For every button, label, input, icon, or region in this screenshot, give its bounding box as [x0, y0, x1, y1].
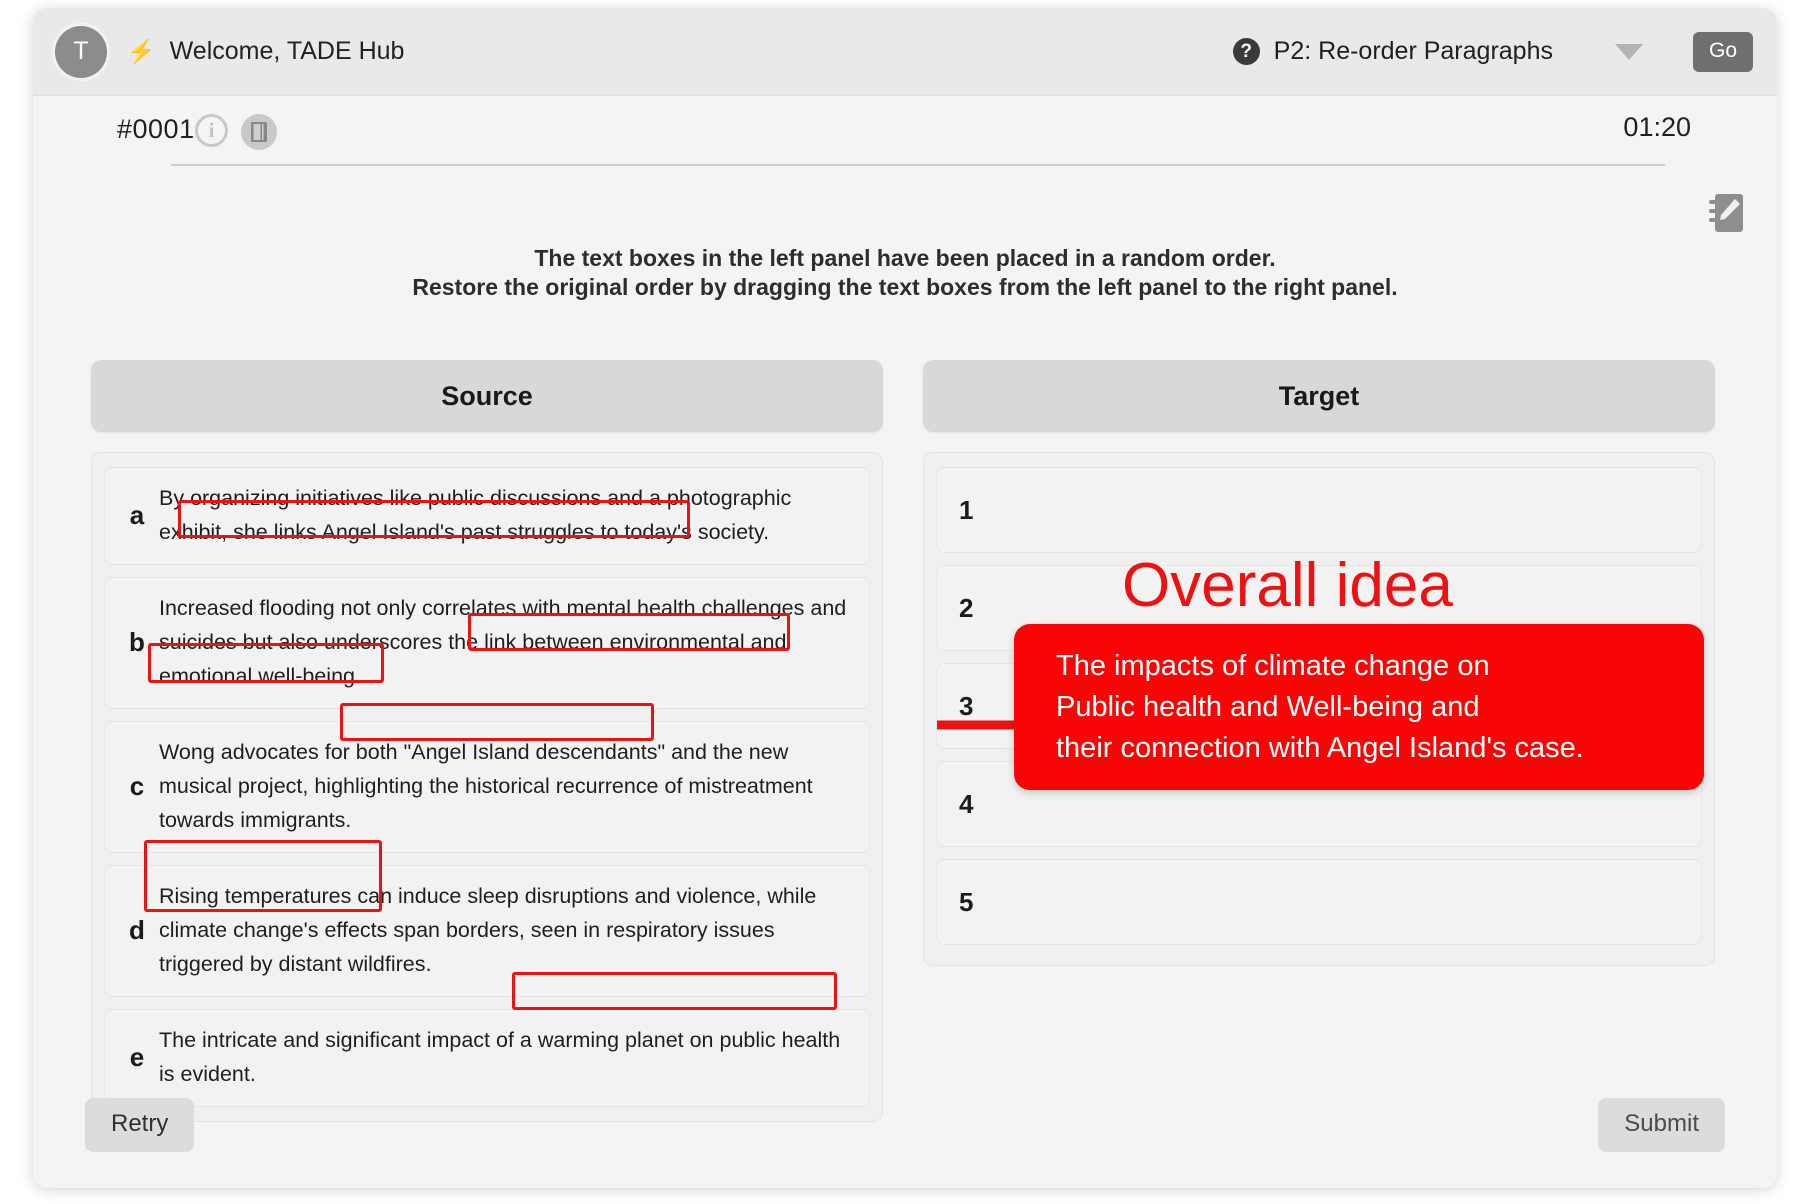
target-panel-header: Target: [923, 360, 1715, 432]
target-panel-body: 1 2 3 4 5: [923, 452, 1715, 966]
instructions-line-1: The text boxes in the left panel have be…: [534, 245, 1276, 271]
mode-selector-label[interactable]: P2: Re-order Paragraphs: [1274, 37, 1553, 66]
avatar[interactable]: T: [55, 25, 107, 78]
source-item-letter: a: [129, 500, 145, 531]
top-bar: T ⚡ Welcome, TADE Hub ? P2: Re-order Par…: [33, 8, 1777, 96]
target-slot-3[interactable]: 3: [936, 663, 1702, 749]
source-item-letter: b: [129, 627, 145, 658]
book-glyph: [251, 122, 267, 142]
source-item-e[interactable]: e The intricate and significant impact o…: [104, 1008, 870, 1107]
notepad-pencil-icon[interactable]: [1701, 186, 1753, 238]
source-item-text: By organizing initiatives like public di…: [159, 486, 792, 544]
submit-button[interactable]: Submit: [1598, 1098, 1725, 1152]
source-panel-header: Source: [91, 360, 883, 432]
source-panel: Source a By organizing initiatives like …: [91, 360, 883, 1122]
instructions-line-2: Restore the original order by dragging t…: [412, 274, 1398, 301]
target-slot-2[interactable]: 2: [936, 565, 1702, 651]
source-item-letter: c: [129, 771, 145, 802]
help-icon[interactable]: ?: [1232, 38, 1260, 65]
source-item-d[interactable]: d Rising temperatures can induce sleep d…: [104, 864, 870, 997]
source-item-c[interactable]: c Wong advocates for both "Angel Island …: [104, 720, 870, 853]
divider: [171, 164, 1665, 166]
item-id: #0001: [117, 114, 195, 144]
target-slot-5[interactable]: 5: [936, 859, 1702, 945]
source-item-text: Wong advocates for both "Angel Island de…: [159, 739, 813, 832]
target-slot-4[interactable]: 4: [936, 761, 1702, 847]
source-item-a[interactable]: a By organizing initiatives like public …: [104, 467, 870, 565]
app-window: T ⚡ Welcome, TADE Hub ? P2: Re-order Par…: [33, 8, 1777, 1188]
source-item-b[interactable]: b Increased flooding not only correlates…: [104, 576, 870, 709]
source-item-letter: e: [129, 1042, 145, 1073]
notepad-glyph: [1709, 194, 1743, 232]
source-item-text: Rising temperatures can induce sleep dis…: [159, 883, 817, 976]
source-item-text: Increased flooding not only correlates w…: [159, 595, 847, 688]
instructions: The text boxes in the left panel have be…: [33, 244, 1777, 303]
timer: 01:20: [1623, 112, 1691, 142]
target-slot-1[interactable]: 1: [936, 467, 1702, 553]
target-panel: Target 1 2 3 4 5: [923, 360, 1715, 966]
item-meta-row: #0001 i 01:20: [33, 96, 1777, 178]
top-bar-right-group: ? P2: Re-order Paragraphs Go: [1232, 31, 1777, 72]
book-icon[interactable]: [241, 114, 277, 150]
bolt-icon: ⚡: [127, 38, 156, 64]
source-panel-body: a By organizing initiatives like public …: [91, 452, 883, 1122]
source-item-text: The intricate and significant impact of …: [159, 1027, 841, 1086]
go-button[interactable]: Go: [1692, 31, 1753, 72]
source-item-letter: d: [129, 915, 145, 946]
retry-button[interactable]: Retry: [85, 1098, 195, 1152]
info-icon[interactable]: i: [195, 114, 228, 147]
avatar-initial: T: [73, 37, 89, 65]
chevron-down-icon[interactable]: [1614, 43, 1643, 60]
welcome-text: Welcome, TADE Hub: [169, 37, 405, 65]
